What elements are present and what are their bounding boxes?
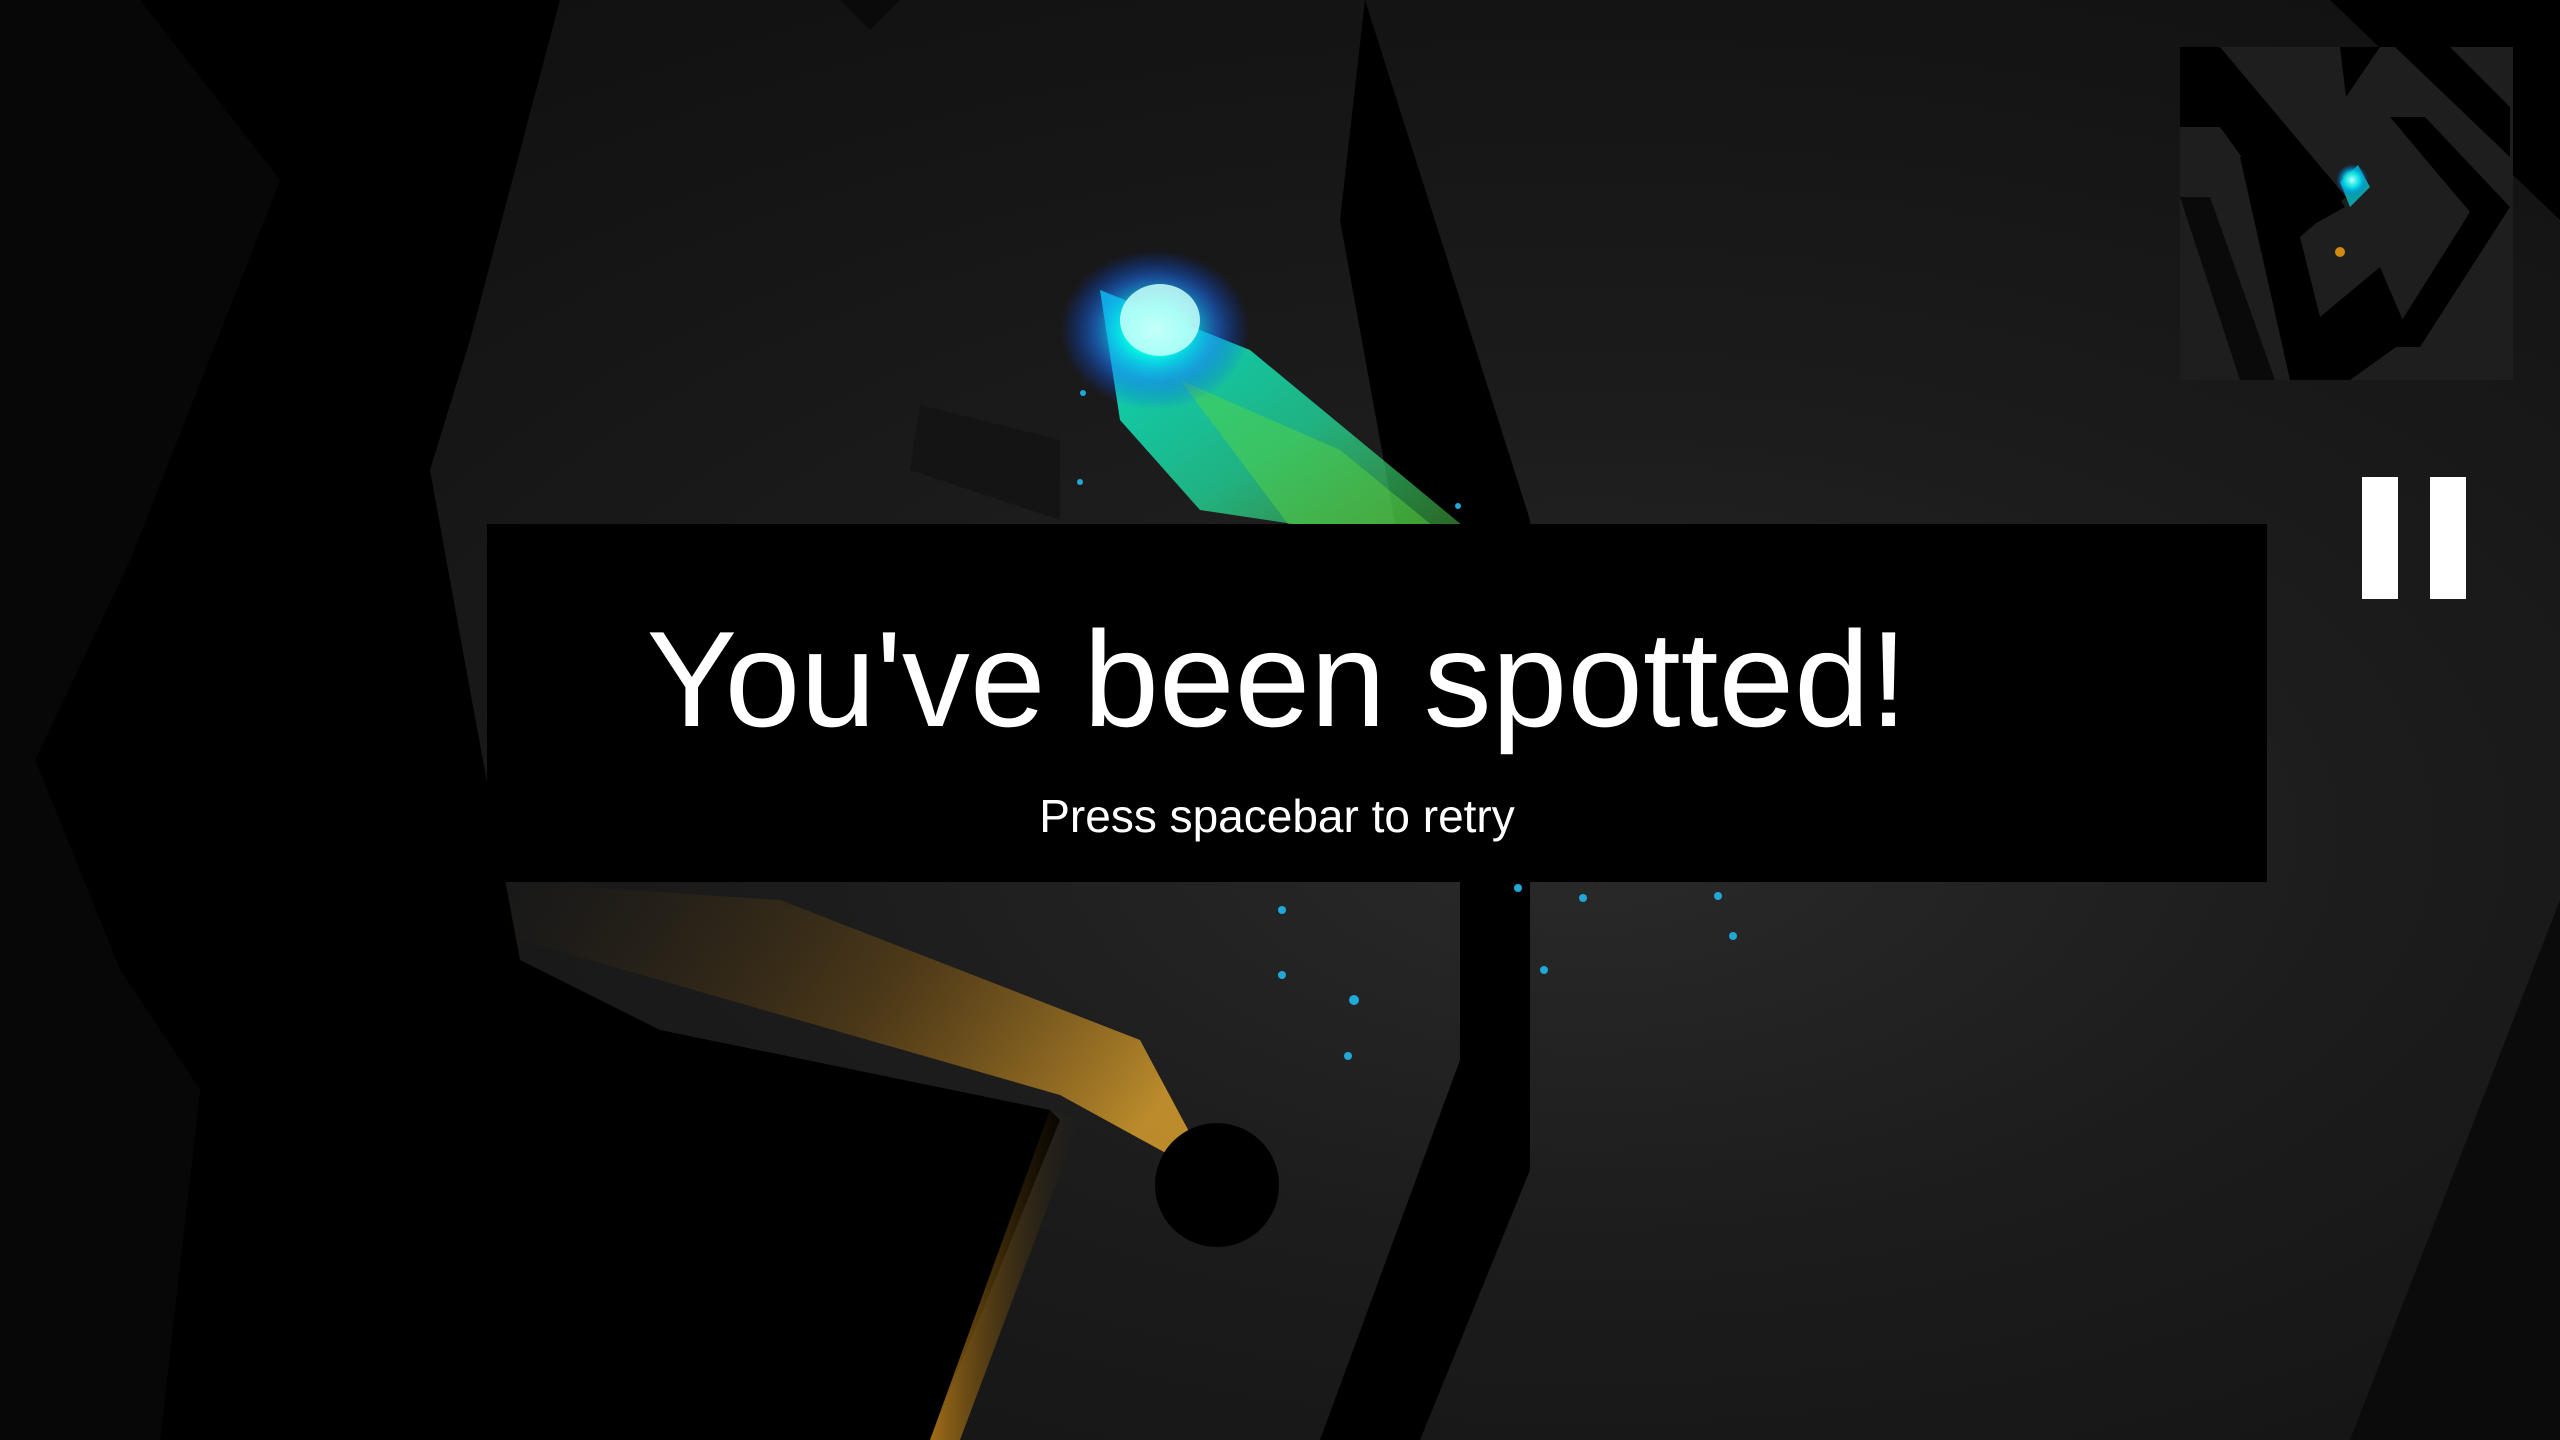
- minimap: [2180, 47, 2513, 380]
- enemy-guard: [1155, 1123, 1279, 1247]
- game-over-banner: You've been spotted! Press spacebar to r…: [487, 524, 2267, 882]
- pause-icon: [2362, 477, 2398, 599]
- pause-icon-bar: [2430, 477, 2466, 599]
- minimap-view: [2180, 47, 2513, 380]
- wall-right-lower: [2350, 900, 2560, 1440]
- game-viewport[interactable]: You've been spotted! Press spacebar to r…: [0, 0, 2560, 1440]
- retry-instruction: Press spacebar to retry: [1039, 790, 1515, 842]
- spotted-title: You've been spotted!: [646, 603, 1908, 755]
- pause-button[interactable]: [2362, 477, 2466, 599]
- floating-slab: [910, 405, 1060, 520]
- wall-top-notch: [840, 0, 900, 30]
